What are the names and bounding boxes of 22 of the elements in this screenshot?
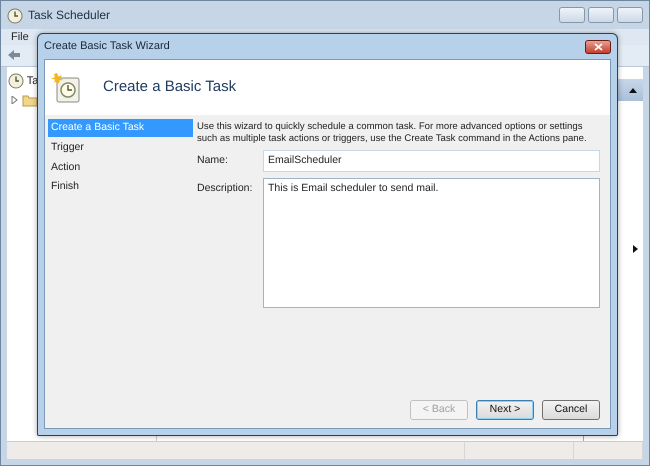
task-clock-icon <box>51 72 81 104</box>
field-label: Name: <box>197 152 229 168</box>
wizard-button[interactable]: Next > <box>476 400 534 420</box>
clock-icon <box>7 6 23 24</box>
wizard-heading: Create a Basic Task <box>103 77 236 98</box>
clock-icon <box>8 73 24 90</box>
minimize-button[interactable] <box>559 7 585 23</box>
wizard-step[interactable]: Finish <box>48 178 193 196</box>
wizard-button[interactable]: Cancel <box>542 400 600 420</box>
close-icon <box>594 42 602 50</box>
description-field[interactable]: This is Email scheduler to send mail. <box>263 178 600 308</box>
name-field[interactable]: EmailScheduler <box>263 150 600 172</box>
collapse-arrow-icon <box>629 88 637 92</box>
wizard-step[interactable]: Trigger <box>48 138 193 156</box>
intro-text: Use this wizard to quickly schedule a common task. For more advanced options or settings such as multiple task actions or triggers, use the Create Task command in the Actions pane. <box>197 121 588 146</box>
field-label: Description: <box>197 180 254 196</box>
dialog-title: Create Basic Task Wizard <box>44 39 170 54</box>
window-title: Task Scheduler <box>28 7 110 24</box>
menu-item[interactable]: File <box>11 28 29 46</box>
wizard-step[interactable]: Action <box>48 158 193 176</box>
maximize-button[interactable] <box>588 7 614 23</box>
close-button[interactable] <box>585 40 611 54</box>
